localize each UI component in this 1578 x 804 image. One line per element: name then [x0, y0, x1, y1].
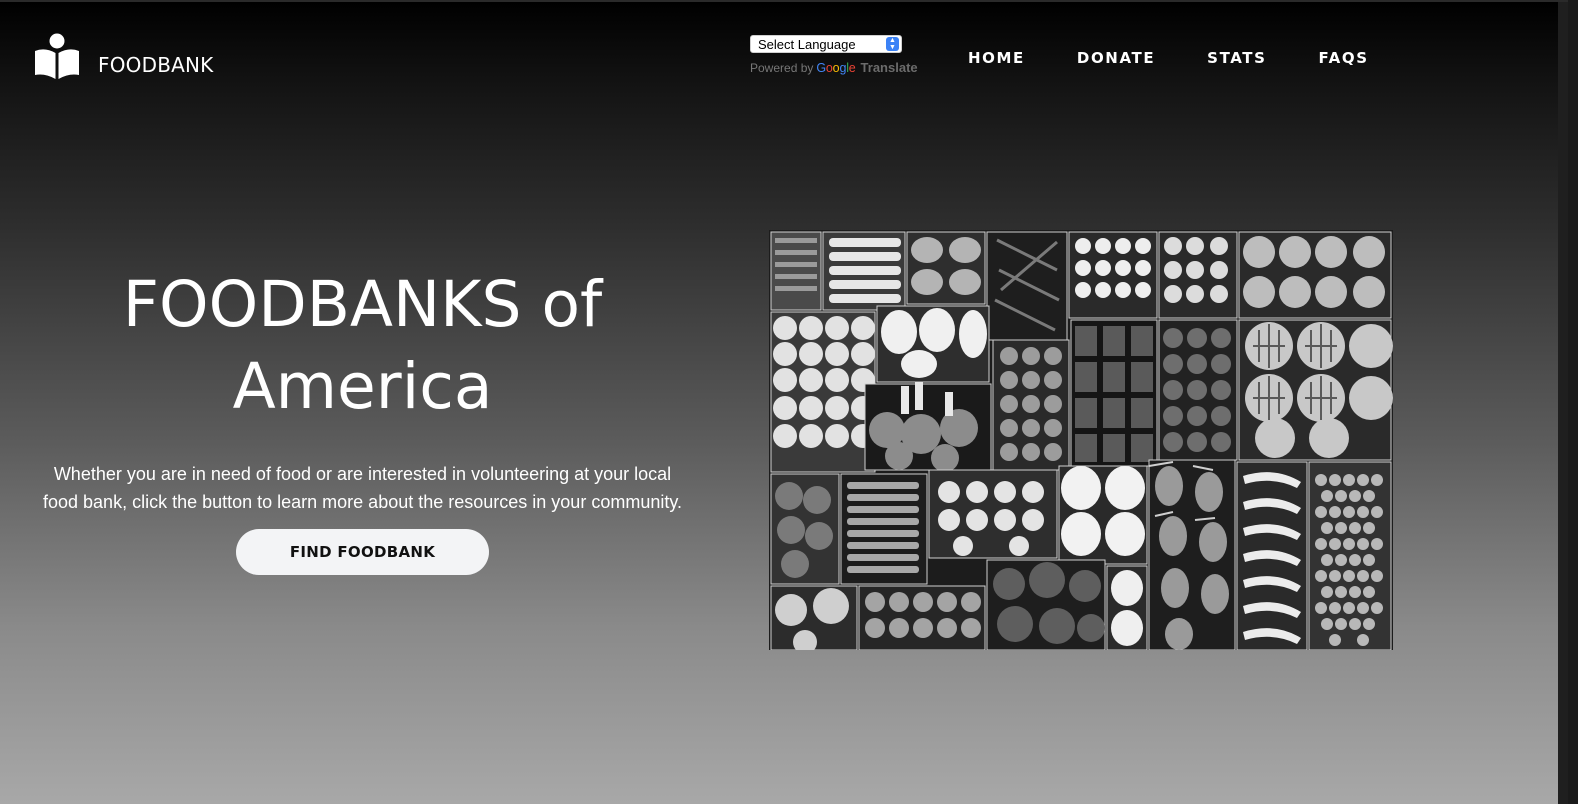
landing-page: FOODBANK Select Language ▲ ▼ Powered by G… [0, 0, 1568, 804]
hero-description: Whether you are in need of food or are i… [30, 460, 695, 516]
brand-name: FOODBANK [98, 53, 214, 77]
hero-text: FOODBANKS of America Whether you are in … [30, 264, 695, 516]
brand-logo[interactable]: FOODBANK [33, 32, 213, 80]
produce-market-photo [769, 230, 1393, 650]
reader-book-icon [35, 33, 79, 79]
select-arrows-icon: ▲ ▼ [886, 37, 899, 51]
google-translate-widget: Select Language ▲ ▼ Powered by Google Tra… [750, 35, 918, 75]
hero-description-line: Whether you are in need of food or are i… [53, 464, 672, 484]
language-select[interactable]: Select Language ▲ ▼ [750, 35, 902, 53]
nav-stats[interactable]: STATS [1207, 49, 1266, 67]
nav-home[interactable]: HOME [968, 49, 1025, 67]
translate-link[interactable]: Translate [861, 60, 918, 75]
nav-faqs[interactable]: FAQS [1319, 49, 1369, 67]
google-letter: G [816, 61, 826, 75]
find-foodbank-button[interactable]: FIND FOODBANK [236, 529, 489, 575]
nav-donate[interactable]: DONATE [1077, 49, 1155, 67]
google-letter: e [848, 61, 856, 75]
google-wordmark[interactable]: Google [816, 61, 855, 75]
powered-by-text: Powered by [750, 61, 814, 75]
window-edge [1558, 2, 1568, 804]
hero-title-line: America [232, 350, 493, 423]
language-select-value: Select Language [758, 36, 856, 52]
google-letter: o [825, 61, 833, 75]
main-nav: HOME DONATE STATS FAQS [968, 49, 1421, 67]
hero-title-line: FOODBANKS of [122, 268, 603, 341]
hero-title: FOODBANKS of America [30, 264, 695, 428]
hero-description-line: food bank, click the button to learn mor… [43, 492, 682, 512]
powered-by-line: Powered by Google Translate [750, 60, 918, 75]
